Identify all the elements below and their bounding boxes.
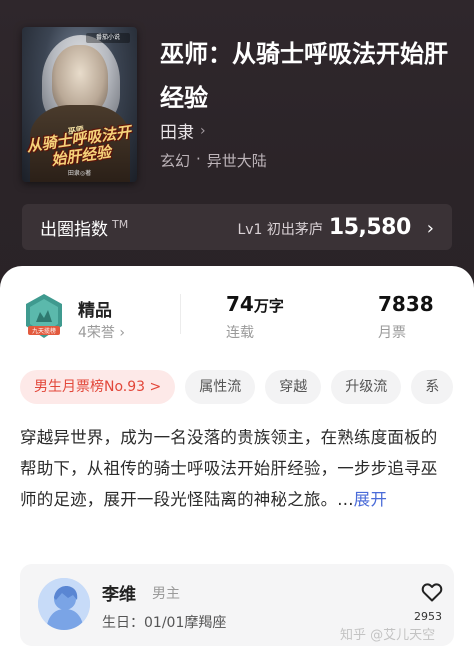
character-name: 李维	[102, 585, 136, 605]
cover-publisher-badge: 番茄小说	[86, 33, 130, 43]
stats-divider	[180, 294, 181, 334]
like-count: 2953	[414, 610, 442, 623]
popularity-index-value-group: Lv1 初出茅庐 15,580 ›	[237, 215, 434, 240]
heart-icon[interactable]	[420, 580, 444, 604]
stats-row: 九天揽榜 精品 4荣誉 › 74万字 连载 7838 月票	[0, 266, 474, 356]
author-link[interactable]: 田隶 ›	[160, 118, 206, 144]
monthly-votes-number: 7838	[378, 292, 434, 316]
book-cover[interactable]: 番茄小说 巫师 从骑士呼吸法开始肝经验 田隶◎著	[22, 27, 137, 182]
cover-author: 田隶◎著	[67, 170, 92, 177]
popularity-index-card[interactable]: 出圈指数 TM Lv1 初出茅庐 15,580 ›	[22, 204, 452, 250]
word-count-number: 74	[226, 292, 254, 316]
popularity-index-label: 出圈指数	[40, 219, 108, 240]
genre-separator: ·	[196, 150, 201, 168]
serial-status: 连载	[226, 325, 254, 341]
honor-link[interactable]: 4荣誉 ›	[78, 322, 125, 342]
tag-transmigration[interactable]: 穿越	[265, 370, 322, 404]
popularity-value: 15,580	[328, 214, 411, 240]
character-role: 男主	[152, 586, 180, 602]
tag-level-up[interactable]: 升级流	[331, 370, 402, 404]
tag-list: 男生月票榜No.93 > 属性流 穿越 升级流 系	[20, 370, 474, 404]
honor-title: 精品	[78, 301, 112, 321]
book-title: 巫师：从骑士呼吸法开始肝经验	[160, 40, 448, 112]
tag-system[interactable]: 系	[411, 370, 454, 404]
chevron-right-icon: ›	[119, 325, 125, 341]
popularity-index-title: 出圈指数 TM	[40, 215, 128, 240]
popularity-level: Lv1 初出茅庐	[237, 221, 323, 238]
honor-count: 4荣誉	[78, 325, 115, 341]
character-birthday: 生日：01/01摩羯座	[102, 615, 227, 631]
expand-link[interactable]: 展开	[354, 490, 387, 509]
author-name: 田隶	[160, 123, 194, 143]
book-description: 穿越异世界，成为一名没落的贵族领主，在熟练度面板的帮助下，从祖传的骑士呼吸法开始…	[20, 422, 454, 515]
word-count-unit: 万字	[253, 297, 284, 315]
honor-badge-icon[interactable]: 九天揽榜	[22, 292, 66, 340]
tag-monthly-rank[interactable]: 男生月票榜No.93 >	[20, 370, 176, 404]
trademark-mark: TM	[112, 217, 129, 231]
watermark: 知乎 @艾儿天空	[340, 628, 436, 643]
avatar	[38, 578, 90, 630]
chevron-right-icon: ›	[200, 122, 206, 139]
chevron-right-icon: ›	[426, 217, 434, 239]
word-count: 74万字	[226, 292, 284, 316]
honor-badge-text: 九天揽榜	[32, 327, 56, 335]
sub-genre[interactable]: 异世大陆	[207, 150, 267, 171]
book-header: 番茄小说 巫师 从骑士呼吸法开始肝经验 田隶◎著 巫师：从骑士呼吸法开始肝经验 …	[0, 0, 474, 300]
tag-attribute-flow[interactable]: 属性流	[185, 370, 256, 404]
genre[interactable]: 玄幻	[160, 150, 190, 171]
character-silhouette-icon	[38, 578, 90, 630]
book-detail-sheet: 九天揽榜 精品 4荣誉 › 74万字 连载 7838 月票 男生月票榜No.93…	[0, 266, 474, 660]
monthly-votes-label: 月票	[378, 325, 406, 341]
genre-row: 玄幻 · 异世大陆	[160, 150, 267, 171]
monthly-votes[interactable]: 7838	[378, 292, 434, 316]
